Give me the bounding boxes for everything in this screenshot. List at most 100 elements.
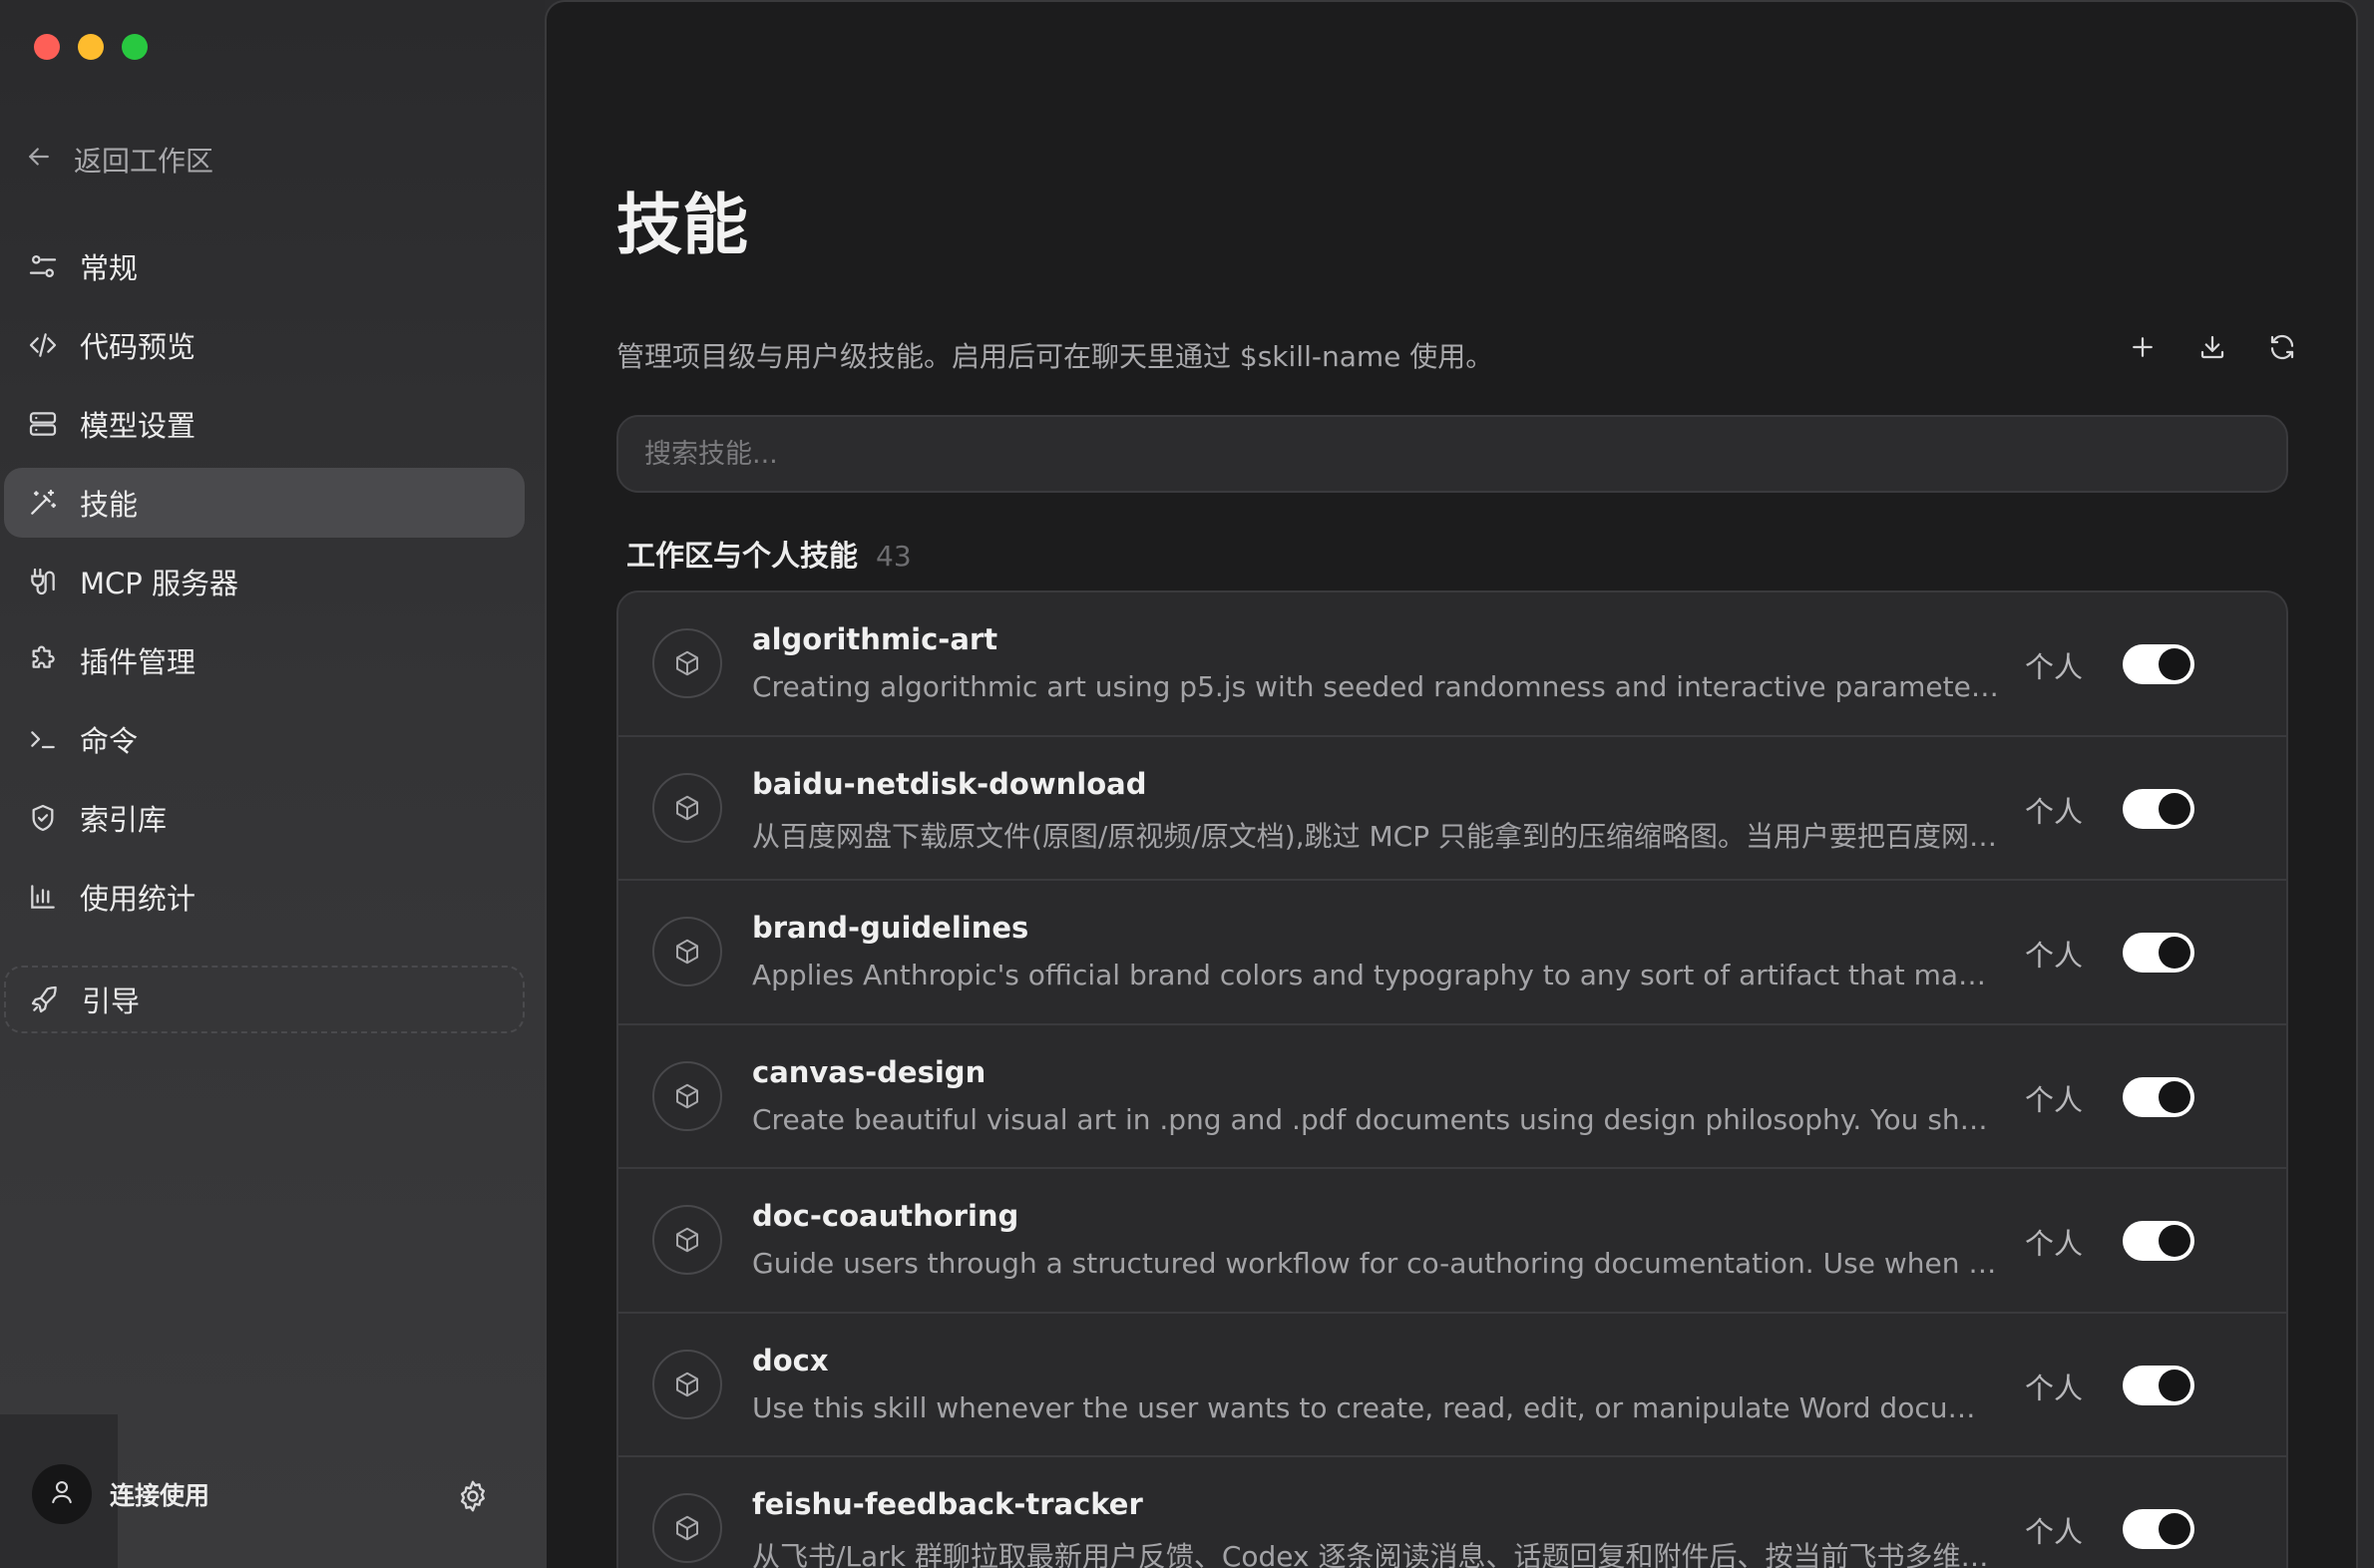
close-window-button[interactable]: [34, 34, 60, 60]
page-title: 技能: [616, 187, 748, 263]
skill-description: Creating algorithmic art using p5.js wit…: [752, 670, 2001, 703]
plug-icon: [26, 565, 60, 598]
main-panel: 技能 管理项目级与用户级技能。启用后可在聊天里通过 $skill-name 使用…: [545, 0, 2358, 1568]
skill-enable-toggle[interactable]: [2123, 1509, 2194, 1549]
sidebar: 返回工作区 常规 代码预览 模型设置 技能 MCP 服务器 插件管理 命令 索引…: [0, 0, 545, 1568]
skill-scope: 个人: [2025, 650, 2084, 684]
search-skills-input[interactable]: [616, 415, 2288, 493]
guide-label: 引导: [82, 984, 141, 1018]
guide-button[interactable]: 引导: [4, 966, 525, 1033]
section-count: 43: [876, 540, 912, 573]
server-icon: [26, 407, 60, 441]
section-header: 工作区与个人技能 43: [626, 533, 912, 575]
rocket-icon: [28, 982, 62, 1016]
skill-enable-toggle[interactable]: [2123, 933, 2194, 973]
skill-scope: 个人: [2025, 1515, 2084, 1549]
code-icon: [26, 328, 60, 362]
cube-icon: [652, 772, 722, 843]
avatar[interactable]: [32, 1464, 92, 1524]
skill-description: 从飞书/Lark 群聊拉取最新用户反馈、Codex 逐条阅读消息、话题回复和附件…: [752, 1540, 2001, 1568]
cube-icon: [652, 628, 722, 698]
minimize-window-button[interactable]: [78, 34, 104, 60]
skills-toolbar: [2125, 331, 2300, 367]
magic-wand-icon: [26, 486, 60, 520]
sidebar-item-label: 插件管理: [80, 645, 197, 679]
sidebar-item-index-library[interactable]: 索引库: [4, 783, 525, 853]
skill-description: Applies Anthropic's official brand color…: [752, 959, 2001, 991]
refresh-icon: [2267, 332, 2297, 366]
settings-nav: 常规 代码预览 模型设置 技能 MCP 服务器 插件管理 命令 索引库 使用统计: [4, 231, 525, 941]
back-to-workspace-link[interactable]: 返回工作区: [24, 134, 213, 186]
skill-scope: 个人: [2025, 794, 2084, 829]
maximize-window-button[interactable]: [122, 34, 148, 60]
skill-scope: 个人: [2025, 939, 2084, 973]
skill-row[interactable]: canvas-design Create beautiful visual ar…: [618, 1025, 2286, 1169]
skill-row[interactable]: algorithmic-art Creating algorithmic art…: [618, 592, 2286, 737]
sidebar-item-label: 常规: [80, 251, 139, 285]
sidebar-item-plugins[interactable]: 插件管理: [4, 625, 525, 695]
sidebar-item-label: 命令: [80, 724, 139, 758]
skill-description: Guide users through a structured workflo…: [752, 1247, 2001, 1280]
skill-name: brand-guidelines: [752, 911, 1029, 945]
refresh-skills-button[interactable]: [2264, 331, 2300, 367]
window-controls: [34, 34, 148, 60]
sidebar-item-label: 技能: [80, 488, 139, 522]
skill-row[interactable]: doc-coauthoring Guide users through a st…: [618, 1169, 2286, 1314]
cube-icon: [652, 917, 722, 986]
skill-name: algorithmic-art: [752, 622, 998, 656]
sidebar-item-label: MCP 服务器: [80, 567, 238, 600]
sidebar-item-commands[interactable]: 命令: [4, 704, 525, 774]
skill-enable-toggle[interactable]: [2123, 788, 2194, 829]
arrow-left-icon: [24, 142, 54, 179]
sidebar-item-label: 代码预览: [80, 330, 197, 364]
gear-icon[interactable]: [455, 1478, 491, 1514]
page-subtitle: 管理项目级与用户级技能。启用后可在聊天里通过 $skill-name 使用。: [616, 340, 1494, 373]
sidebar-item-usage-stats[interactable]: 使用统计: [4, 862, 525, 932]
app-window: 返回工作区 常规 代码预览 模型设置 技能 MCP 服务器 插件管理 命令 索引…: [0, 0, 2374, 1568]
shield-icon: [26, 801, 60, 835]
skill-row[interactable]: docx Use this skill whenever the user wa…: [618, 1314, 2286, 1457]
sidebar-item-skills[interactable]: 技能: [4, 468, 525, 538]
sidebar-item-label: 模型设置: [80, 409, 197, 443]
puzzle-icon: [26, 643, 60, 677]
sidebar-item-model-settings[interactable]: 模型设置: [4, 389, 525, 459]
cube-icon: [652, 1493, 722, 1563]
skill-scope: 个人: [2025, 1082, 2084, 1117]
sliders-icon: [26, 249, 60, 283]
sidebar-item-code-preview[interactable]: 代码预览: [4, 310, 525, 380]
skill-name: canvas-design: [752, 1054, 987, 1089]
section-title: 工作区与个人技能: [626, 539, 859, 573]
add-skill-button[interactable]: [2125, 331, 2161, 367]
sidebar-item-label: 索引库: [80, 803, 168, 837]
skill-description: 从百度网盘下载原文件(原图/原视频/原文档),跳过 MCP 只能拿到的压缩缩略图…: [752, 819, 2001, 853]
sidebar-item-label: 使用统计: [80, 882, 197, 916]
user-icon: [47, 1477, 77, 1511]
skill-scope: 个人: [2025, 1227, 2084, 1261]
skill-row[interactable]: feishu-feedback-tracker 从飞书/Lark 群聊拉取最新用…: [618, 1457, 2286, 1568]
skill-row[interactable]: brand-guidelines Applies Anthropic's off…: [618, 881, 2286, 1025]
sidebar-item-mcp-servers[interactable]: MCP 服务器: [4, 547, 525, 616]
skill-row[interactable]: baidu-netdisk-download 从百度网盘下载原文件(原图/原视频…: [618, 737, 2286, 881]
user-bar: 连接使用: [0, 1414, 545, 1568]
skill-enable-toggle[interactable]: [2123, 1076, 2194, 1117]
download-icon: [2197, 332, 2227, 366]
skill-name: docx: [752, 1343, 829, 1377]
skill-name: doc-coauthoring: [752, 1199, 1019, 1233]
bar-chart-icon: [26, 880, 60, 914]
skill-enable-toggle[interactable]: [2123, 1365, 2194, 1405]
sidebar-item-general[interactable]: 常规: [4, 231, 525, 301]
cube-icon: [652, 1060, 722, 1131]
skill-description: Use this skill whenever the user wants t…: [752, 1390, 2001, 1424]
terminal-icon: [26, 722, 60, 756]
skill-scope: 个人: [2025, 1371, 2084, 1405]
plus-icon: [2128, 332, 2158, 366]
skill-enable-toggle[interactable]: [2123, 644, 2194, 684]
skill-list: algorithmic-art Creating algorithmic art…: [616, 590, 2288, 1568]
cube-icon: [652, 1205, 722, 1275]
skill-enable-toggle[interactable]: [2123, 1221, 2194, 1261]
import-skill-button[interactable]: [2194, 331, 2230, 367]
skill-description: Create beautiful visual art in .png and …: [752, 1102, 2001, 1136]
user-label: 连接使用: [110, 1481, 210, 1510]
back-label: 返回工作区: [74, 145, 214, 178]
skill-name: feishu-feedback-tracker: [752, 1487, 1143, 1521]
